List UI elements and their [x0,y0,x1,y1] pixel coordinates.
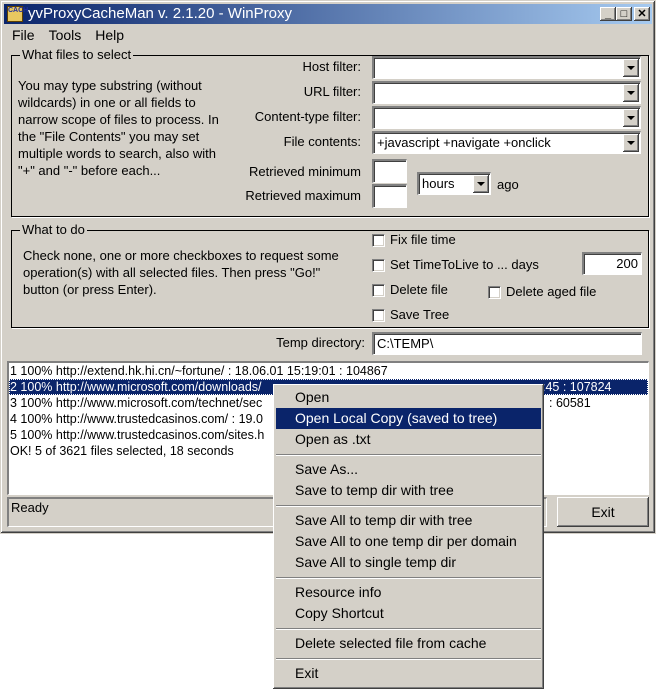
ctx-delete-from-cache[interactable]: Delete selected file from cache [276,633,541,654]
app-icon[interactable]: CACH [7,6,28,22]
ctx-resource-info[interactable]: Resource info [276,582,541,603]
retrieved-max-label: Retrieved maximum [245,188,361,203]
menu-help[interactable]: Help [88,25,131,45]
save-tree-checkbox[interactable] [372,309,385,322]
ctx-save-as[interactable]: Save As... [276,459,541,480]
delete-aged-checkbox[interactable] [488,286,501,299]
menu-separator [276,628,541,630]
menu-file[interactable]: File [5,25,42,45]
menu-separator [276,658,541,660]
file-contents-label: File contents: [283,134,361,149]
exit-button[interactable]: Exit [557,497,649,527]
title-bar[interactable]: CACH yvProxyCacheMan v. 2.1.20 - WinProx… [4,4,652,24]
select-group-label: What files to select [20,47,134,62]
content-type-filter-combo[interactable] [372,106,641,129]
time-unit-select[interactable]: hours [417,172,491,195]
delete-file-checkbox[interactable] [372,284,385,297]
save-tree-label[interactable]: Save Tree [390,307,449,322]
list-item-text: 2 100% http://www.microsoft.com/download… [10,380,262,394]
chevron-down-icon[interactable] [623,59,639,77]
list-item-text: 3 100% http://www.microsoft.com/technet/… [10,396,263,410]
context-menu: Open Open Local Copy (saved to tree) Ope… [273,384,544,689]
list-item-tail: :45 : 107824 [542,380,612,394]
maximize-button[interactable]: □ [616,7,632,21]
close-button[interactable]: ✕ [634,7,650,21]
file-contents-combo[interactable]: +javascript +navigate +onclick [372,131,641,154]
ctx-open-as-txt[interactable]: Open as .txt [276,429,541,450]
ctx-save-all-single[interactable]: Save All to single temp dir [276,552,541,573]
list-item[interactable]: 1 100% http://extend.hk.hi.cn/~fortune/ … [9,363,648,379]
temp-dir-label: Temp directory: [276,335,365,350]
window-title: yvProxyCacheMan v. 2.1.20 - WinProxy [28,5,292,22]
content-type-filter-label: Content-type filter: [254,109,361,124]
delete-file-label[interactable]: Delete file [390,282,448,297]
host-filter-label: Host filter: [302,59,361,74]
menu-separator [276,454,541,456]
menu-tools[interactable]: Tools [42,25,89,45]
set-ttl-checkbox[interactable] [372,259,385,272]
ctx-save-all-per-domain[interactable]: Save All to one temp dir per domain [276,531,541,552]
ago-label: ago [497,177,519,192]
ctx-copy-shortcut[interactable]: Copy Shortcut [276,603,541,624]
retrieved-min-input[interactable] [372,159,407,183]
ctx-save-all-temp-tree[interactable]: Save All to temp dir with tree [276,510,541,531]
url-filter-combo[interactable] [372,81,641,104]
retrieved-max-input[interactable] [372,184,407,208]
time-unit-value: hours [422,176,455,191]
retrieved-min-label: Retrieved minimum [249,164,361,179]
menu-separator [276,505,541,507]
chevron-down-icon[interactable] [623,84,639,102]
chevron-down-icon[interactable] [623,134,639,152]
todo-help-text: Check none, one or more checkboxes to re… [23,248,339,297]
chevron-down-icon[interactable] [473,175,489,193]
fix-file-time-checkbox[interactable] [372,234,385,247]
ttl-days-input[interactable]: 200 [582,252,642,275]
temp-dir-input[interactable]: C:\TEMP\ [372,332,642,355]
set-ttl-label[interactable]: Set TimeToLive to ... days [390,257,539,272]
host-filter-combo[interactable] [372,56,641,79]
delete-aged-label[interactable]: Delete aged file [506,284,596,299]
ctx-save-temp-tree[interactable]: Save to temp dir with tree [276,480,541,501]
ctx-open-local-copy[interactable]: Open Local Copy (saved to tree) [276,408,541,429]
file-contents-value: +javascript +navigate +onclick [377,135,551,150]
todo-group: What to do Check none, one or more check… [11,222,649,328]
minimize-button[interactable]: _ [600,7,616,21]
chevron-down-icon[interactable] [623,109,639,127]
menu-bar: File Tools Help [5,25,131,45]
select-help-text: You may type substring (without wildcard… [18,78,219,178]
menu-separator [276,577,541,579]
list-item-tail: : 60581 [549,396,591,410]
ctx-exit[interactable]: Exit [276,663,541,684]
ctx-open[interactable]: Open [276,387,541,408]
fix-file-time-label[interactable]: Fix file time [390,232,456,247]
todo-group-label: What to do [20,222,87,237]
url-filter-label: URL filter: [303,84,361,99]
